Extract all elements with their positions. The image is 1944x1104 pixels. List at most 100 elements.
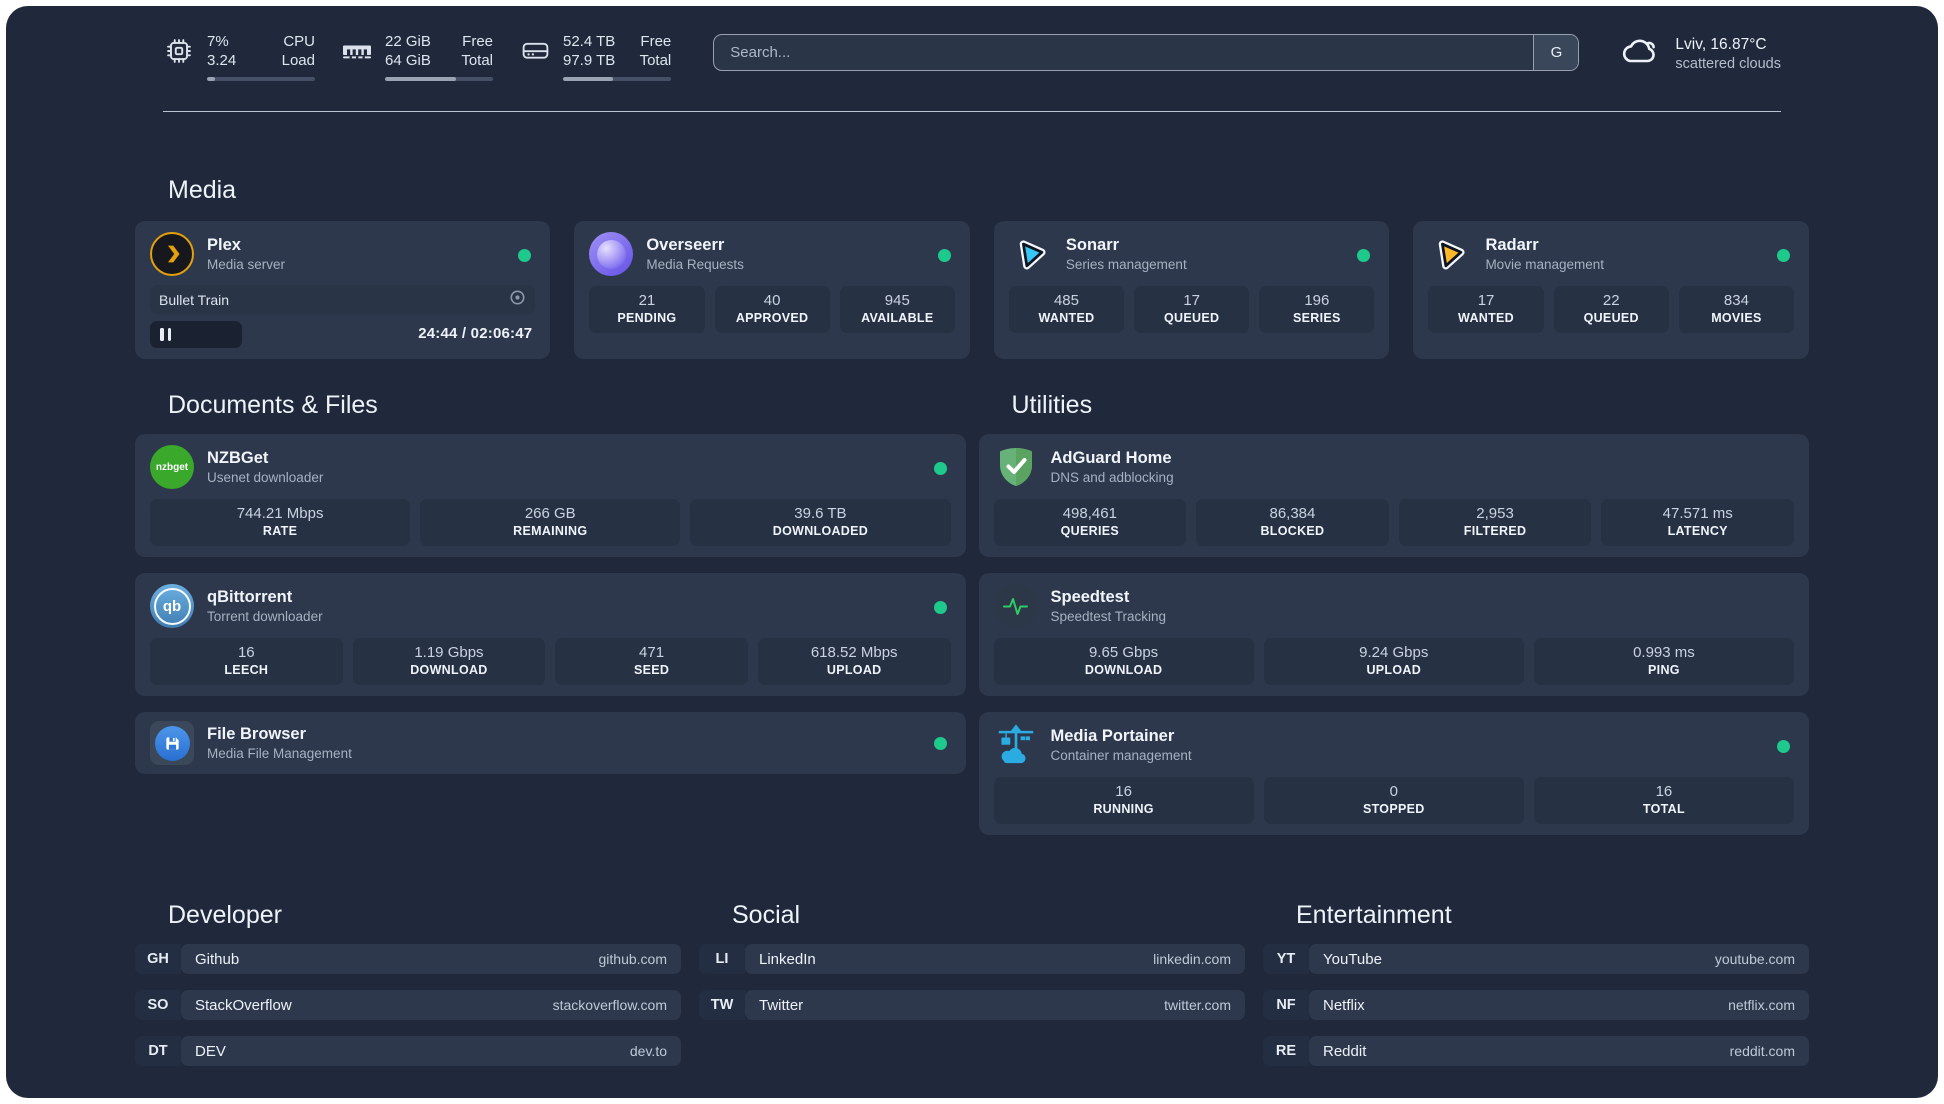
stat-tile: 0 STOPPED <box>1263 777 1524 824</box>
app-link-filebrowser[interactable]: File Browser Media File Management <box>150 721 951 765</box>
disk-free-value: 52.4 TB <box>563 33 616 50</box>
app-link-speedtest[interactable]: Speedtest Speedtest Tracking <box>993 584 1795 628</box>
stat-tiles: 485 WANTED 17 QUEUED 196 SERIES <box>1008 286 1375 333</box>
status-dot <box>933 736 947 750</box>
app-name: Speedtest <box>1050 587 1130 606</box>
search-bar: G <box>713 34 1580 71</box>
memory-total-label: Total <box>461 52 493 69</box>
portainer-icon <box>994 723 1038 767</box>
link-name: StackOverflow <box>195 996 292 1014</box>
app-link-radarr[interactable]: Radarr Movie management <box>1428 232 1794 276</box>
app-card-portainer: Media Portainer Container management 16 … <box>978 712 1809 835</box>
cpu-stat: 7% 3.24 CPU Load <box>163 32 315 81</box>
app-link-overseerr[interactable]: Overseerr Media Requests <box>589 232 955 276</box>
link-name: Reddit <box>1323 1042 1367 1060</box>
memory-free-label: Free <box>462 33 493 50</box>
link-tag: RE <box>1263 1036 1309 1066</box>
app-link-nzbget[interactable]: nzbget NZBGet Usenet downloader <box>150 445 951 489</box>
pause-icon[interactable] <box>160 328 171 341</box>
app-card-overseerr: Overseerr Media Requests 21 PENDING 40 A… <box>574 221 970 359</box>
stat-tile: 40 APPROVED <box>714 286 830 333</box>
playback-progress[interactable]: 24:44 / 02:06:47 <box>150 321 535 348</box>
overseerr-icon <box>589 232 634 276</box>
header-divider <box>163 111 1781 112</box>
top-bar: 7% 3.24 CPU Load 22 GiB 64 GiB Free Tota… <box>163 32 1781 81</box>
session-icon[interactable] <box>509 289 526 311</box>
app-link-plex[interactable]: Plex Media server <box>150 232 535 276</box>
entertainment-section: Entertainment YT YouTube youtube.com NF … <box>1263 901 1809 1082</box>
app-subtitle: Series management <box>1065 256 1187 272</box>
link-youtube[interactable]: YT YouTube youtube.com <box>1263 944 1809 974</box>
disk-progress-fill <box>563 77 613 81</box>
cloud-icon <box>1619 34 1661 75</box>
app-subtitle: Media File Management <box>207 745 352 761</box>
memory-progress-bar <box>385 77 493 81</box>
status-dot <box>1777 740 1790 753</box>
link-name: DEV <box>195 1042 226 1060</box>
stat-tile: 471 SEED <box>555 638 748 685</box>
cpu-percent: 7% <box>207 33 229 50</box>
link-netflix[interactable]: NF Netflix netflix.com <box>1263 990 1809 1020</box>
cpu-label: CPU <box>283 33 315 50</box>
cpu-progress-fill <box>207 77 215 81</box>
stat-tiles: 9.65 Gbps DOWNLOAD 9.24 Gbps UPLOAD 0.99… <box>993 638 1795 685</box>
section-title-entertainment: Entertainment <box>1296 901 1452 929</box>
app-card-nzbget: nzbget NZBGet Usenet downloader 744.21 M… <box>135 434 966 557</box>
link-tag: TW <box>699 990 745 1020</box>
link-name: Github <box>195 950 240 968</box>
disk-total-value: 97.9 TB <box>563 52 616 69</box>
app-name: Media Portainer <box>1050 726 1175 745</box>
link-tag: NF <box>1263 990 1309 1020</box>
app-card-adguard: AdGuard Home DNS and adblocking 498,461 … <box>978 434 1809 557</box>
stat-tile: 16 RUNNING <box>993 777 1254 824</box>
status-dot <box>1776 249 1790 262</box>
link-name: Twitter <box>759 996 804 1014</box>
app-subtitle: Media server <box>207 256 286 272</box>
link-stackoverflow[interactable]: SO StackOverflow stackoverflow.com <box>135 990 681 1020</box>
link-linkedin[interactable]: LI LinkedIn linkedin.com <box>699 944 1245 974</box>
app-name: AdGuard Home <box>1050 448 1172 467</box>
app-link-qbittorrent[interactable]: qb qBittorrent Torrent downloader <box>150 584 951 628</box>
stat-tile: 945 AVAILABLE <box>839 286 955 333</box>
app-card-sonarr: Sonarr Series management 485 WANTED 17 Q… <box>993 221 1390 359</box>
link-github[interactable]: GH Github github.com <box>135 944 681 974</box>
stat-tile: 618.52 Mbps UPLOAD <box>757 638 951 685</box>
radarr-icon <box>1428 232 1472 276</box>
link-url: twitter.com <box>1164 997 1231 1013</box>
app-name: Radarr <box>1485 235 1539 254</box>
app-card-filebrowser: File Browser Media File Management <box>135 712 966 774</box>
app-card-radarr: Radarr Movie management 17 WANTED 22 QUE… <box>1413 221 1809 359</box>
disk-progress-bar <box>563 77 672 81</box>
stat-tile: 498,461 QUERIES <box>993 499 1187 546</box>
nzbget-icon: nzbget <box>150 445 194 489</box>
developer-section: Developer GH Github github.com SO StackO… <box>135 901 681 1082</box>
link-tag: SO <box>135 990 181 1020</box>
app-subtitle: Media Requests <box>646 256 744 272</box>
search-input[interactable] <box>713 34 1580 71</box>
social-section: Social LI LinkedIn linkedin.com TW Twitt… <box>699 901 1245 1082</box>
status-dot <box>937 249 951 262</box>
link-tag: GH <box>135 944 181 974</box>
cpu-load-label: Load <box>281 52 315 69</box>
link-reddit[interactable]: RE Reddit reddit.com <box>1263 1036 1809 1066</box>
stat-tile: 485 WANTED <box>1008 286 1125 333</box>
app-link-adguard[interactable]: AdGuard Home DNS and adblocking <box>994 445 1795 489</box>
app-name: Plex <box>207 235 241 254</box>
link-dev[interactable]: DT DEV dev.to <box>135 1036 681 1066</box>
link-twitter[interactable]: TW Twitter twitter.com <box>699 990 1245 1020</box>
section-title-social: Social <box>732 901 801 929</box>
cpu-progress-bar <box>207 77 315 81</box>
qbittorrent-icon: qb <box>150 584 194 628</box>
app-name: qBittorrent <box>207 587 293 606</box>
link-tag: YT <box>1263 944 1309 974</box>
link-tag: LI <box>699 944 745 974</box>
app-link-portainer[interactable]: Media Portainer Container management <box>994 723 1795 767</box>
app-link-sonarr[interactable]: Sonarr Series management <box>1009 232 1375 276</box>
stat-tile: 9.65 Gbps DOWNLOAD <box>993 638 1254 685</box>
app-name: NZBGet <box>207 448 269 467</box>
disk-icon <box>519 32 551 81</box>
adguard-icon <box>994 445 1038 489</box>
weather-widget: Lviv, 16.87°C scattered clouds <box>1619 32 1781 75</box>
app-name: Overseerr <box>646 235 725 254</box>
search-engine-button[interactable]: G <box>1533 35 1579 70</box>
